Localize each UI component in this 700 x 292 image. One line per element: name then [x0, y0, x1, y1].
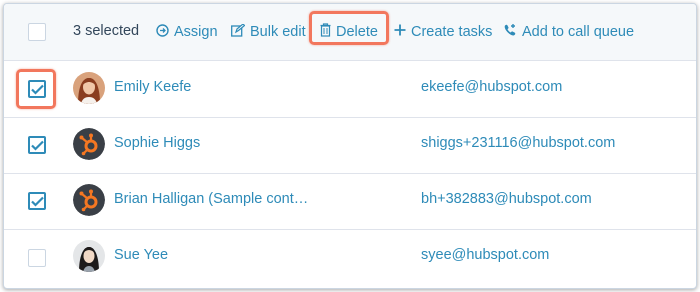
bulk-edit-label: Bulk edit [250, 24, 306, 40]
table-row[interactable]: Sue Yee syee@hubspot.com [4, 229, 696, 285]
table-row[interactable]: Brian Halligan (Sample cont… bh+382883@h… [4, 173, 696, 230]
hubspot-logo-avatar [73, 128, 105, 160]
assign-button[interactable]: Assign [156, 22, 218, 42]
contact-name[interactable]: Emily Keefe [114, 79, 191, 95]
selected-count: 3 selected [73, 23, 140, 39]
row-checkbox[interactable] [28, 249, 46, 267]
hubspot-logo-avatar [73, 184, 105, 216]
assign-icon [156, 23, 169, 41]
bulk-actions-toolbar: 3 selected Assign Bulk edit Delete Creat [4, 4, 696, 61]
phone-icon [503, 23, 517, 41]
contacts-table: 3 selected Assign Bulk edit Delete Creat [3, 3, 697, 289]
contact-name[interactable]: Brian Halligan (Sample cont… [114, 191, 308, 207]
select-all-checkbox[interactable] [28, 23, 46, 41]
delete-button[interactable]: Delete [320, 22, 378, 42]
checkmark-icon [31, 196, 44, 207]
contact-name[interactable]: Sophie Higgs [114, 135, 200, 151]
assign-label: Assign [174, 24, 218, 40]
row-checkbox[interactable] [28, 136, 46, 154]
trash-icon [320, 23, 331, 41]
plus-icon [394, 24, 406, 40]
contact-email[interactable]: bh+382883@hubspot.com [421, 191, 592, 207]
row-checkbox[interactable] [28, 192, 46, 210]
checkmark-icon [31, 140, 44, 151]
row-checkbox[interactable] [28, 80, 46, 98]
delete-label: Delete [336, 24, 378, 40]
contact-name[interactable]: Sue Yee [114, 247, 168, 263]
photo-avatar [73, 72, 105, 104]
bulk-edit-button[interactable]: Bulk edit [231, 22, 306, 42]
table-row[interactable]: Emily Keefe ekeefe@hubspot.com [4, 61, 696, 118]
add-to-call-queue-label: Add to call queue [522, 24, 635, 40]
create-tasks-button[interactable]: Create tasks [394, 22, 492, 42]
photo-avatar [73, 240, 105, 272]
table-row[interactable]: Sophie Higgs shiggs+231116@hubspot.com [4, 117, 696, 174]
add-to-call-queue-button[interactable]: Add to call queue [503, 22, 634, 42]
contact-email[interactable]: ekeefe@hubspot.com [421, 79, 562, 95]
contact-email[interactable]: shiggs+231116@hubspot.com [421, 135, 615, 151]
checkmark-icon [31, 84, 44, 95]
edit-icon [231, 22, 246, 41]
create-tasks-label: Create tasks [411, 24, 493, 40]
contact-email[interactable]: syee@hubspot.com [421, 247, 549, 263]
